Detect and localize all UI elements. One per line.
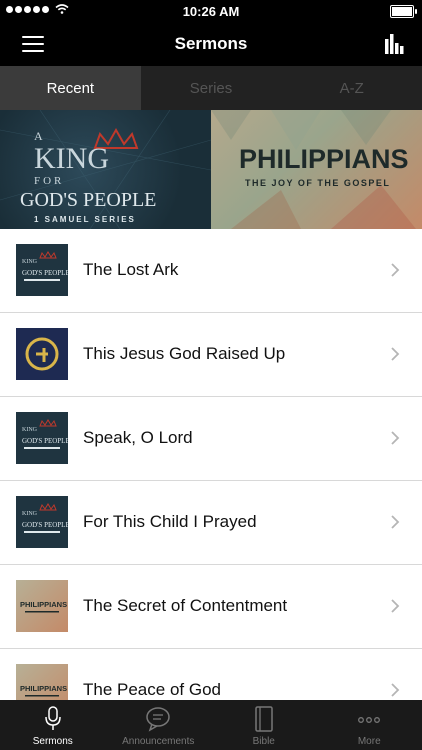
chevron-right-icon: [391, 599, 400, 613]
banner-philippians-series[interactable]: PHILIPPIANS THE JOY OF THE GOSPEL: [211, 110, 422, 229]
chevron-right-icon: [391, 263, 400, 277]
banner-king-king: KING: [34, 142, 109, 175]
svg-text:KING: KING: [22, 427, 38, 433]
svg-text:PHILIPPIANS: PHILIPPIANS: [20, 684, 67, 693]
tabbar-bible-label: Bible: [252, 736, 275, 747]
tabbar-announcements[interactable]: Announcements: [106, 700, 212, 750]
king-series-artwork: A KING FOR GOD'S PEOPLE 1 SAMUEL SERIES: [0, 110, 211, 229]
svg-text:GOD'S PEOPLE: GOD'S PEOPLE: [22, 521, 68, 529]
svg-text:PHILIPPIANS: PHILIPPIANS: [20, 600, 67, 609]
nav-bar: Sermons: [0, 22, 422, 66]
svg-text:KING: KING: [22, 511, 38, 517]
philippians-thumbnail: PHILIPPIANS: [16, 580, 68, 632]
sermon-title: The Peace of God: [83, 680, 221, 699]
svg-text:GOD'S PEOPLE: GOD'S PEOPLE: [22, 437, 68, 445]
tab-recent[interactable]: Recent: [0, 66, 141, 110]
sermon-row[interactable]: KING GOD'S PEOPLE For This Child I Praye…: [0, 481, 422, 565]
tabbar-more[interactable]: More: [317, 700, 422, 750]
banner-king-series[interactable]: A KING FOR GOD'S PEOPLE 1 SAMUEL SERIES: [0, 110, 211, 229]
battery-icon: [390, 5, 417, 18]
sermon-title: This Jesus God Raised Up: [83, 344, 286, 363]
sermon-row[interactable]: KING GOD'S PEOPLE Speak, O Lord: [0, 397, 422, 481]
king-thumbnail: KING GOD'S PEOPLE: [16, 244, 68, 296]
banner-king-subtitle: 1 SAMUEL SERIES: [34, 215, 136, 224]
tabbar-bible[interactable]: Bible: [211, 700, 317, 750]
tabbar-announcements-label: Announcements: [122, 736, 195, 747]
tab-a-z[interactable]: A-Z: [281, 66, 422, 110]
ellipsis-icon: [358, 717, 381, 723]
sermon-row[interactable]: This Jesus God Raised Up: [0, 313, 422, 397]
series-banner: A KING FOR GOD'S PEOPLE 1 SAMUEL SERIES …: [0, 110, 422, 229]
banner-king-a: A: [34, 129, 43, 143]
page-title: Sermons: [174, 34, 248, 53]
chevron-right-icon: [391, 683, 400, 697]
banner-philippians-subtitle: THE JOY OF THE GOSPEL: [245, 178, 390, 188]
svg-text:KING: KING: [22, 259, 38, 265]
banner-king-for: FOR: [34, 175, 64, 187]
sermon-title: For This Child I Prayed: [83, 512, 257, 531]
sermon-row[interactable]: PHILIPPIANS The Secret of Contentment: [0, 565, 422, 649]
segment-tabs: Recent Series A-Z: [0, 66, 422, 110]
tabbar-sermons-label: Sermons: [32, 736, 73, 747]
sermon-title: The Secret of Contentment: [83, 596, 288, 615]
speech-bubble-icon: [146, 707, 170, 732]
g-logo-thumbnail: [16, 328, 68, 380]
bottom-tab-bar: Sermons Announcements Bible More: [0, 700, 422, 750]
tab-series[interactable]: Series: [141, 66, 282, 110]
king-thumbnail: KING GOD'S PEOPLE: [16, 412, 68, 464]
chevron-right-icon: [391, 347, 400, 361]
banner-king-gods-people: GOD'S PEOPLE: [20, 189, 156, 211]
tabbar-sermons[interactable]: Sermons: [0, 700, 106, 750]
bar-chart-icon[interactable]: [384, 34, 406, 54]
book-icon: [255, 706, 273, 732]
sermon-list: KING GOD'S PEOPLE The Lost Ark This Jesu…: [0, 229, 422, 733]
status-bar: 10:26 AM: [0, 0, 422, 22]
svg-text:GOD'S PEOPLE: GOD'S PEOPLE: [22, 269, 68, 277]
banner-philippians-title: PHILIPPIANS: [239, 144, 409, 174]
microphone-icon: [45, 706, 61, 730]
sermon-title: The Lost Ark: [83, 260, 179, 279]
chevron-right-icon: [391, 515, 400, 529]
status-time: 10:26 AM: [182, 4, 240, 19]
sermon-title: Speak, O Lord: [83, 428, 193, 447]
chevron-right-icon: [391, 431, 400, 445]
sermon-row[interactable]: KING GOD'S PEOPLE The Lost Ark: [0, 229, 422, 313]
king-thumbnail: KING GOD'S PEOPLE: [16, 496, 68, 548]
philippians-series-artwork: PHILIPPIANS THE JOY OF THE GOSPEL: [211, 110, 416, 229]
tabbar-more-label: More: [357, 736, 381, 747]
